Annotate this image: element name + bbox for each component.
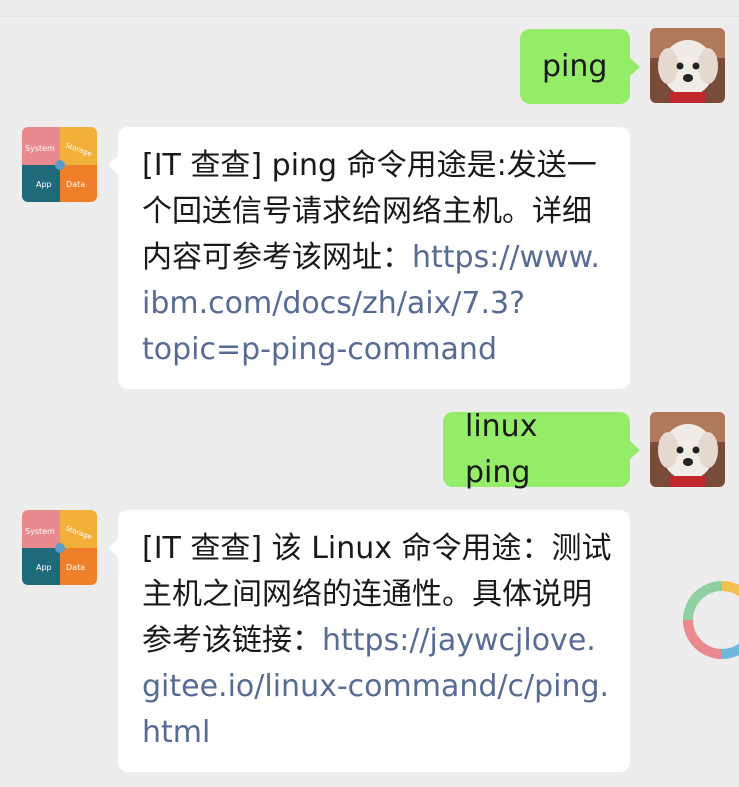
bot-avatar[interactable]: System Storage App Data xyxy=(22,127,97,202)
system-storage-app-data-logo-icon: System Storage App Data xyxy=(22,127,97,202)
logo-data-text: Data xyxy=(66,563,85,572)
message-link[interactable]: topic=p-ping-command xyxy=(142,327,606,373)
message-link[interactable]: https://www. xyxy=(412,240,600,275)
logo-app-text: App xyxy=(36,180,52,189)
logo-system-text: System xyxy=(25,144,55,153)
loading-spinner-icon xyxy=(683,581,739,659)
system-storage-app-data-logo-icon: System Storage App Data xyxy=(22,510,97,585)
bot-avatar[interactable]: System Storage App Data xyxy=(22,510,97,585)
message-link[interactable]: html xyxy=(142,710,606,756)
message-link[interactable]: ibm.com/docs/zh/aix/7.3? xyxy=(142,281,606,327)
message-text: linux ping xyxy=(465,408,538,490)
message-line: [IT 查查] 该 Linux 命令用途：测试 xyxy=(142,531,612,566)
outgoing-message-bubble[interactable]: linux ping xyxy=(443,409,640,490)
logo-app-text: App xyxy=(36,563,52,572)
incoming-message-bubble[interactable]: [IT 查查] 该 Linux 命令用途：测试 主机之间网络的连通性。具体说明 … xyxy=(108,510,630,772)
user-avatar[interactable] xyxy=(650,412,725,487)
outgoing-message-bubble[interactable]: ping xyxy=(520,29,640,104)
logo-system-text: System xyxy=(25,527,55,536)
message-text: ping xyxy=(542,48,608,84)
chat-window: ping System Storage App Data [IT 查查] pin… xyxy=(0,0,739,787)
message-line: 内容可参考该网址：https://www. xyxy=(142,240,600,275)
dog-avatar-icon xyxy=(650,412,725,487)
dog-avatar-icon xyxy=(650,28,725,103)
message-line: 参考该链接：https://jaywcjlove. xyxy=(142,623,596,658)
user-avatar[interactable] xyxy=(650,28,725,103)
message-link[interactable]: gitee.io/linux-command/c/ping. xyxy=(142,664,609,710)
message-link[interactable]: https://jaywcjlove. xyxy=(322,623,596,658)
incoming-message-bubble[interactable]: [IT 查查] ping 命令用途是:发送一 个回送信号请求给网络主机。详细 内… xyxy=(108,127,630,389)
top-divider xyxy=(0,16,739,17)
logo-data-text: Data xyxy=(66,180,85,189)
message-line: [IT 查查] ping 命令用途是:发送一 xyxy=(142,148,597,183)
message-line: 主机之间网络的连通性。具体说明 xyxy=(142,577,592,612)
message-line: 个回送信号请求给网络主机。详细 xyxy=(142,194,592,229)
